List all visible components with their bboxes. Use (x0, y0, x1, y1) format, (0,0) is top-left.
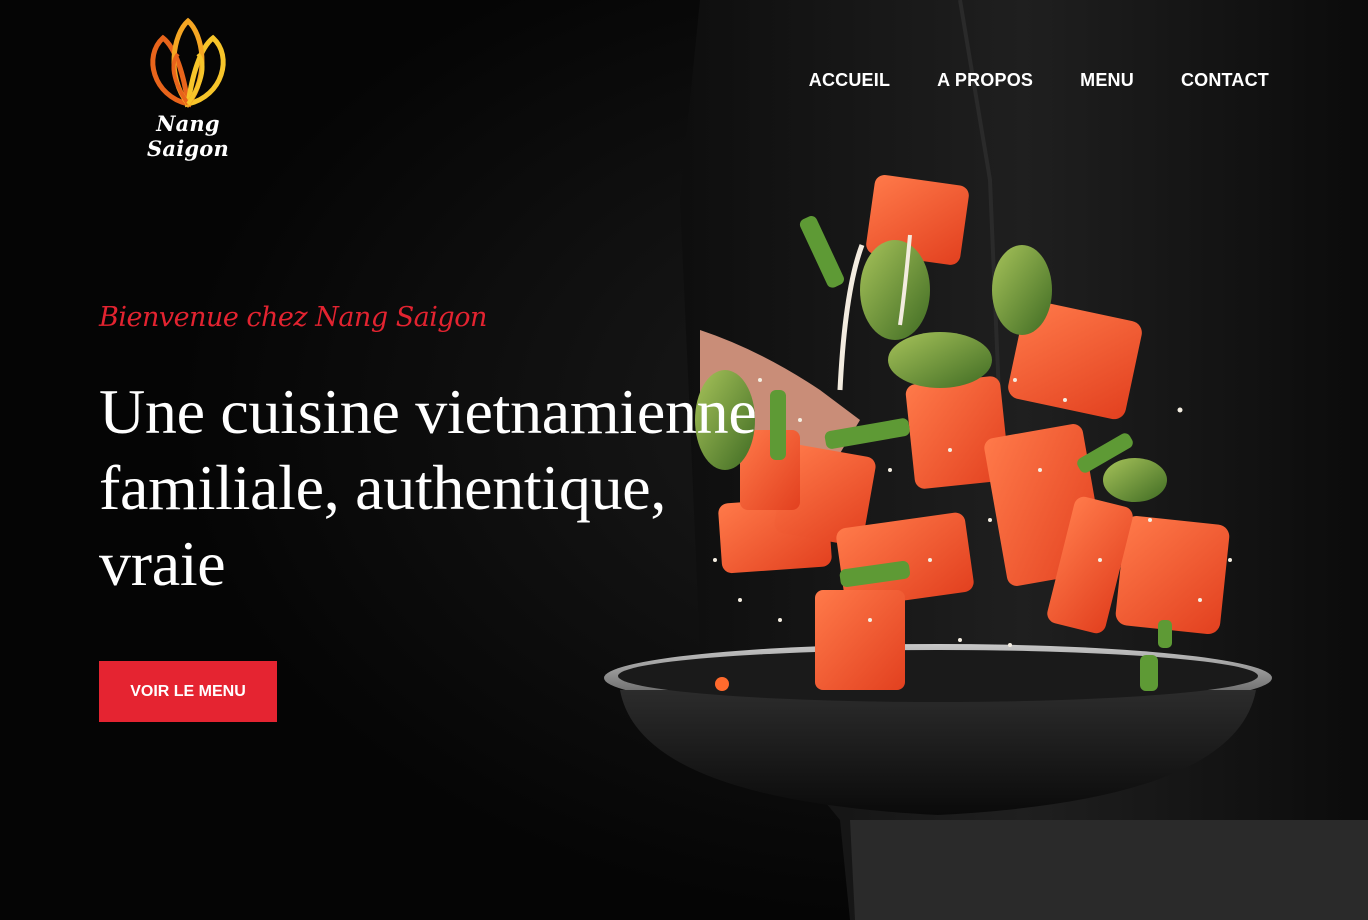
hero-eyebrow: Bienvenue chez Nang Saigon (99, 302, 487, 333)
nav-item-menu[interactable]: MENU (1080, 70, 1134, 91)
nav-item-a-propos[interactable]: A PROPOS (937, 70, 1033, 91)
headline-line: Une cuisine vietnamienne (99, 376, 757, 447)
hero-headline: Une cuisine vietnamienne familiale, auth… (99, 374, 759, 602)
nav-item-contact[interactable]: CONTACT (1181, 70, 1269, 91)
brand-name: Nang Saigon (147, 111, 229, 161)
main-nav: ACCUEIL A PROPOS MENU CONTACT (762, 70, 1269, 91)
nav-item-accueil[interactable]: ACCUEIL (809, 70, 890, 91)
page: Nang Saigon ACCUEIL A PROPOS MENU CONTAC… (0, 0, 1368, 920)
brand-logo[interactable]: Nang Saigon (118, 16, 258, 161)
lotus-icon (150, 17, 226, 109)
headline-line: familiale, authentique, (99, 452, 667, 523)
view-menu-button[interactable]: VOIR LE MENU (99, 661, 277, 722)
headline-line: vraie (99, 528, 226, 599)
